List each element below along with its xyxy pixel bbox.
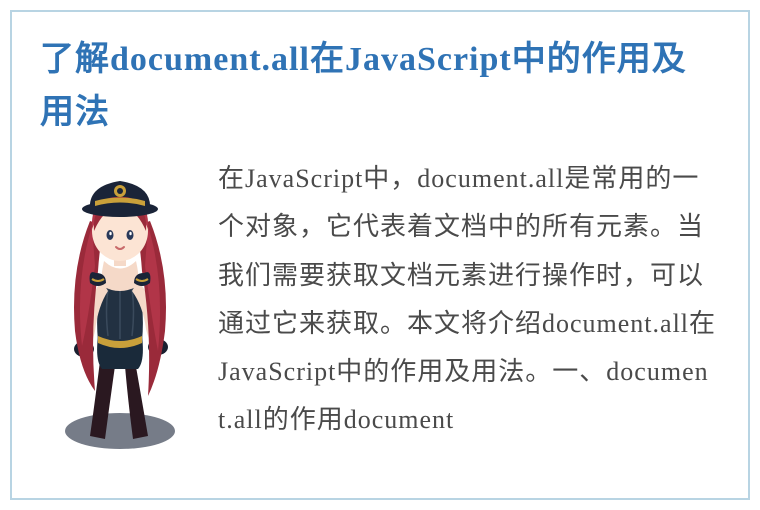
article-body: 在JavaScript中，document.all是常用的一个对象，它代表着文档… <box>218 151 720 444</box>
character-illustration <box>40 151 200 471</box>
content-row: 在JavaScript中，document.all是常用的一个对象，它代表着文档… <box>40 151 720 471</box>
article-title: 了解document.all在JavaScript中的作用及用法 <box>40 34 720 139</box>
article-card: 了解document.all在JavaScript中的作用及用法 <box>10 10 750 500</box>
